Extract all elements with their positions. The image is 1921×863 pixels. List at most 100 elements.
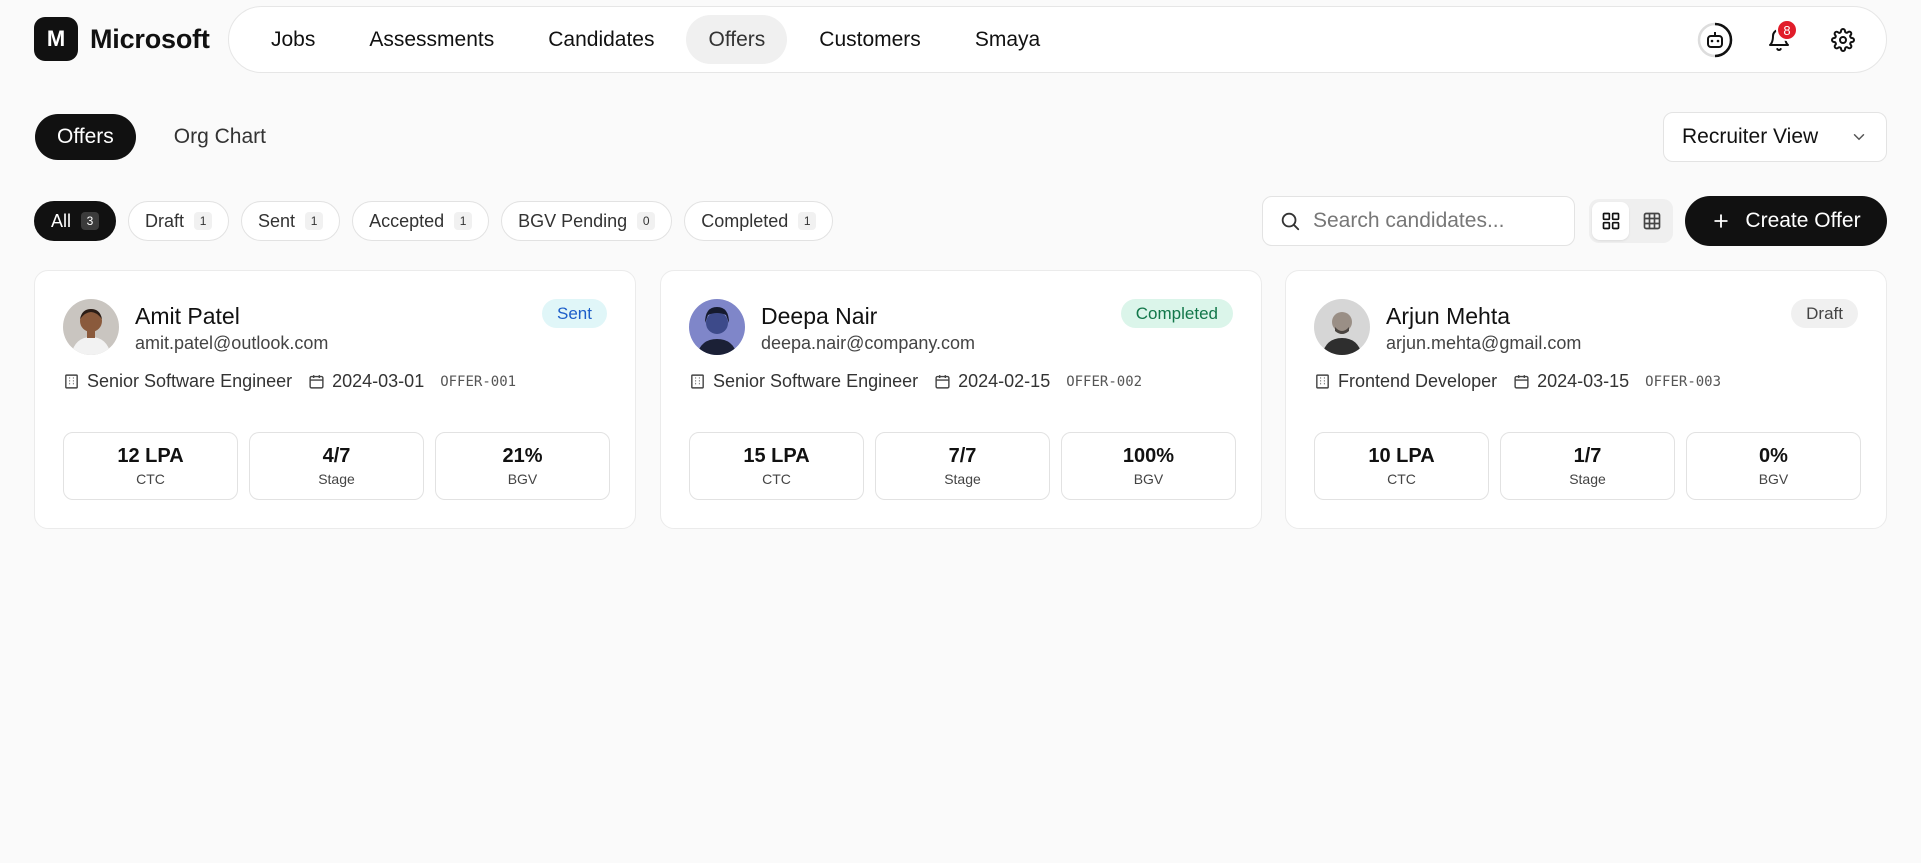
bgv-stat: 0% BGV — [1686, 432, 1861, 500]
filter-count: 1 — [798, 212, 817, 230]
calendar-icon — [935, 375, 950, 389]
job-role: Frontend Developer — [1338, 371, 1498, 391]
stage-value: 7/7 — [948, 445, 977, 467]
search-input[interactable] — [1313, 209, 1553, 233]
nav-item-smaya[interactable]: Smaya — [953, 15, 1062, 64]
tab-offers[interactable]: Offers — [35, 114, 136, 160]
candidate-name: Deepa Nair — [761, 303, 878, 329]
offer-id: OFFER-001 — [440, 373, 517, 390]
top-navigation: M Microsoft Jobs Assessments Candidates … — [0, 0, 1921, 78]
filter-label: BGV Pending — [518, 210, 628, 231]
candidate-name: Arjun Mehta — [1386, 303, 1511, 329]
bgv-stat: 21% BGV — [435, 432, 610, 500]
stage-stat: 7/7 Stage — [875, 432, 1050, 500]
stage-stat: 4/7 Stage — [249, 432, 424, 500]
nav-items: Jobs Assessments Candidates Offers Custo… — [249, 15, 1062, 64]
avatar — [689, 299, 745, 355]
ctc-value: 10 LPA — [1368, 445, 1435, 467]
avatar — [1314, 299, 1370, 355]
chevron-down-icon — [1853, 134, 1865, 141]
bot-icon — [1697, 22, 1733, 58]
stage-label: Stage — [318, 471, 355, 487]
offer-meta: Senior Software Engineer 2024-02-15 OFFE… — [689, 371, 1142, 392]
view-toggle — [1589, 199, 1673, 243]
filter-label: All — [51, 210, 72, 231]
nav-bar: Jobs Assessments Candidates Offers Custo… — [228, 6, 1887, 73]
offer-meta: Frontend Developer 2024-03-15 OFFER-003 — [1314, 371, 1721, 392]
bgv-value: 0% — [1759, 445, 1788, 467]
nav-icons: 8 — [1692, 17, 1866, 63]
search-box — [1262, 196, 1575, 246]
table-icon — [1643, 212, 1660, 230]
nav-item-offers[interactable]: Offers — [686, 15, 788, 64]
ctc-label: CTC — [762, 471, 791, 487]
brand-name: Microsoft — [90, 23, 210, 54]
notifications-button[interactable]: 8 — [1756, 17, 1802, 63]
nav-item-jobs[interactable]: Jobs — [249, 15, 337, 64]
filter-bgv-pending[interactable]: BGV Pending 0 — [501, 201, 673, 241]
filter-sent[interactable]: Sent 1 — [241, 201, 341, 241]
bgv-label: BGV — [1758, 471, 1789, 487]
grid-view-button[interactable] — [1592, 202, 1629, 240]
search-icon — [1281, 212, 1300, 231]
date-meta: 2024-03-15 — [1513, 371, 1629, 392]
nav-item-assessments[interactable]: Assessments — [347, 15, 516, 64]
assistant-button[interactable] — [1692, 17, 1738, 63]
nav-item-customers[interactable]: Customers — [797, 15, 943, 64]
offer-id: OFFER-002 — [1066, 373, 1143, 390]
stage-label: Stage — [1569, 471, 1606, 487]
ctc-stat: 12 LPA CTC — [63, 432, 238, 500]
filter-count: 1 — [305, 212, 324, 230]
status-badge: Sent — [542, 299, 607, 328]
brand-logo: M — [34, 17, 78, 61]
settings-button[interactable] — [1820, 17, 1866, 63]
offer-date: 2024-03-01 — [332, 371, 425, 391]
nav-item-candidates[interactable]: Candidates — [526, 15, 676, 64]
table-view-button[interactable] — [1633, 202, 1670, 240]
offer-card[interactable]: Arjun Mehta arjun.mehta@gmail.com Draft … — [1285, 270, 1887, 529]
view-select-value: Recruiter View — [1682, 125, 1819, 148]
offer-card[interactable]: Deepa Nair deepa.nair@company.com Comple… — [660, 270, 1262, 529]
ctc-value: 12 LPA — [117, 445, 184, 467]
job-role: Senior Software Engineer — [713, 371, 919, 391]
offer-card[interactable]: Amit Patel amit.patel@outlook.com Sent S… — [34, 270, 636, 529]
plus-icon — [1714, 214, 1729, 228]
create-offer-button[interactable]: Create Offer — [1685, 196, 1887, 246]
filter-label: Accepted — [369, 210, 445, 231]
filter-draft[interactable]: Draft 1 — [128, 201, 230, 241]
filter-label: Draft — [145, 210, 185, 231]
bgv-stat: 100% BGV — [1061, 432, 1236, 500]
role-meta: Senior Software Engineer — [63, 371, 292, 392]
bgv-value: 21% — [502, 445, 543, 467]
job-role: Senior Software Engineer — [87, 371, 293, 391]
candidate-email: amit.patel@outlook.com — [135, 333, 329, 353]
status-badge: Completed — [1120, 299, 1233, 328]
offer-stats: 12 LPA CTC 4/7 Stage 21% BGV — [63, 432, 610, 500]
date-meta: 2024-03-01 — [308, 371, 424, 392]
role-meta: Frontend Developer — [1314, 371, 1497, 392]
calendar-icon — [1514, 375, 1529, 389]
gear-icon — [1831, 28, 1855, 52]
brand[interactable]: M Microsoft — [34, 17, 210, 61]
ctc-stat: 10 LPA CTC — [1314, 432, 1489, 500]
filter-all[interactable]: All 3 — [34, 201, 117, 241]
page-tabs: Offers Org Chart — [35, 114, 288, 160]
stage-value: 4/7 — [322, 445, 351, 467]
tab-org-chart[interactable]: Org Chart — [152, 114, 288, 160]
offer-id: OFFER-003 — [1645, 373, 1722, 390]
view-select[interactable]: Recruiter View — [1663, 112, 1887, 162]
filter-completed[interactable]: Completed 1 — [684, 201, 834, 241]
building-icon — [691, 374, 704, 389]
filter-count: 1 — [454, 212, 473, 230]
offer-stats: 10 LPA CTC 1/7 Stage 0% BGV — [1314, 432, 1861, 500]
stage-label: Stage — [944, 471, 981, 487]
ctc-stat: 15 LPA CTC — [689, 432, 864, 500]
filter-count: 1 — [194, 212, 213, 230]
role-meta: Senior Software Engineer — [689, 371, 918, 392]
filter-label: Sent — [258, 210, 296, 231]
ctc-value: 15 LPA — [743, 445, 810, 467]
grid-icon — [1602, 212, 1619, 230]
filter-accepted[interactable]: Accepted 1 — [352, 201, 490, 241]
date-meta: 2024-02-15 — [934, 371, 1050, 392]
bgv-label: BGV — [507, 471, 538, 487]
